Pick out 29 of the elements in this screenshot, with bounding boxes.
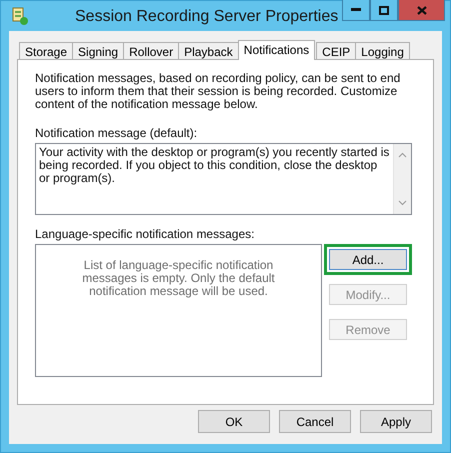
close-button[interactable] bbox=[398, 0, 445, 21]
close-icon bbox=[416, 6, 426, 14]
scrollbar[interactable] bbox=[393, 144, 411, 214]
scroll-up-icon bbox=[398, 152, 407, 158]
tab[interactable]: Storage bbox=[19, 42, 74, 59]
message-field[interactable]: Your activity with the desktop or program(s) you recently started is being recorded. If you object to this condition, close the desktop or program(s). bbox=[35, 143, 412, 215]
maximize-icon bbox=[379, 6, 389, 14]
tab[interactable]: CEIP bbox=[316, 42, 356, 59]
minimize-button[interactable] bbox=[342, 0, 370, 21]
field-label: Notification message (default): bbox=[35, 126, 198, 140]
message-text: Your activity with the desktop or program(s) you recently started is being recorded. If you object to this condition, close the desktop or program(s). bbox=[38, 144, 390, 187]
dialog-button[interactable]: Apply bbox=[360, 410, 432, 433]
tab[interactable]: Rollover bbox=[123, 42, 180, 59]
scroll-down-icon bbox=[398, 200, 407, 206]
minimize-icon bbox=[351, 8, 361, 12]
list-label: Language-specific notification messages: bbox=[35, 227, 256, 241]
empty-list-text: List of language-specific notification messages is empty. Only the default notification message will be used. bbox=[81, 259, 276, 300]
list-button[interactable]: Add... bbox=[329, 249, 407, 270]
window-title: Session Recording Server Properties bbox=[75, 8, 338, 26]
tab[interactable]: Signing bbox=[72, 42, 124, 59]
dialog-button[interactable]: OK bbox=[198, 410, 270, 433]
tab[interactable]: Notifications bbox=[238, 40, 316, 60]
intro-text: Notification messages, based on recording policy, can be sent to end users to inform them that their session is being recorded. Customize content of the notification message below. bbox=[35, 72, 402, 111]
maximize-button[interactable] bbox=[370, 0, 398, 21]
dialog-button[interactable]: Cancel bbox=[279, 410, 351, 433]
server-icon bbox=[11, 7, 29, 25]
tab[interactable]: Logging bbox=[355, 42, 410, 59]
tab[interactable]: Playback bbox=[178, 42, 239, 59]
message-list[interactable]: List of language-specific notification messages is empty. Only the default notification message will be used. bbox=[35, 244, 322, 377]
